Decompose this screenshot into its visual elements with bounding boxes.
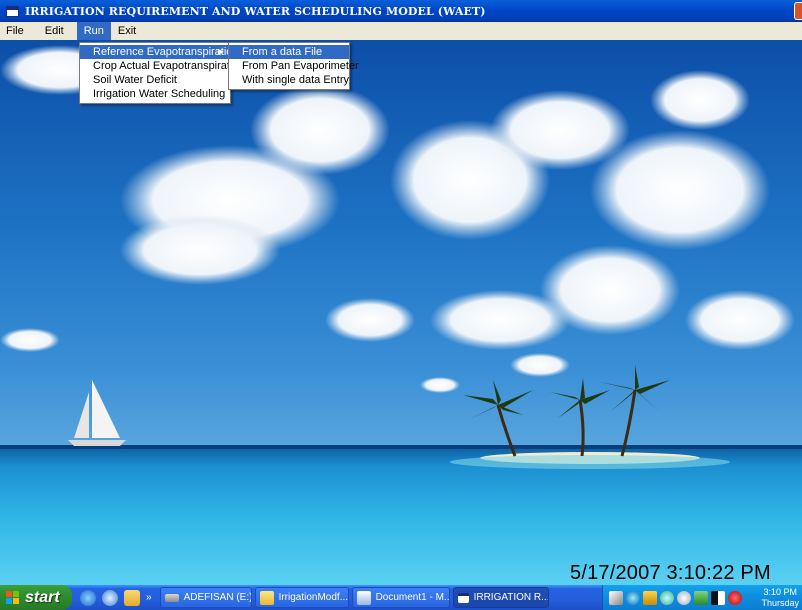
start-label: start	[25, 588, 60, 606]
wallpaper-image	[0, 40, 802, 585]
display-icon[interactable]	[694, 590, 708, 605]
menu-file[interactable]: File	[0, 22, 31, 40]
task-irrigation-requirement[interactable]: IRRIGATION R...	[452, 587, 549, 608]
show-desktop-icon[interactable]	[124, 589, 140, 606]
task-adefisan-drive[interactable]: ADEFISAN (E:)	[159, 587, 252, 608]
folder-icon	[259, 590, 274, 605]
back-arrow-icon[interactable]	[626, 590, 640, 605]
app-window-icon	[457, 592, 469, 603]
system-tray: 3:10 PM Thursday	[602, 585, 802, 610]
tray-day: Thursday	[761, 598, 799, 608]
menu-edit[interactable]: Edit	[31, 22, 71, 40]
menu-item-reference-evapotranspiration[interactable]: Reference Evapotranspiration ▶	[80, 45, 239, 59]
menu-bar: File Edit Run Exit	[0, 22, 802, 40]
network-icon[interactable]	[643, 590, 657, 605]
internet-explorer-icon[interactable]	[80, 589, 96, 606]
task-label: ADEFISAN (E:)	[183, 592, 252, 603]
title-bar[interactable]: IRRIGATION REQUIREMENT AND WATER SCHEDUL…	[0, 0, 802, 22]
submenu-item-from-data-file[interactable]: From a data File	[229, 45, 349, 59]
pen-icon[interactable]	[609, 590, 623, 605]
menu-item-soil-water-deficit[interactable]: Soil Water Deficit	[80, 73, 230, 87]
desktop-clock-text: 5/17/2007 3:10:22 PM	[570, 562, 771, 584]
menu-run[interactable]: Run	[76, 22, 111, 40]
task-label: IRRIGATION R...	[473, 592, 549, 603]
tray-clock[interactable]: 3:10 PM Thursday	[761, 587, 799, 609]
submenu-item-from-pan-evaporimeter[interactable]: From Pan Evaporimeter	[229, 59, 359, 73]
menu-exit[interactable]: Exit	[111, 22, 143, 40]
flag-icon[interactable]	[711, 590, 725, 605]
word-document-icon	[356, 590, 371, 605]
menu-item-crop-actual-evapotranspiration[interactable]: Crop Actual Evapotranspiration	[80, 59, 245, 73]
menu-item-label: Reference Evapotranspiration	[93, 46, 239, 58]
tray-time: 3:10 PM	[763, 587, 797, 597]
submenu-item-single-data-entry[interactable]: With single data Entry	[229, 73, 349, 87]
messenger-icon[interactable]	[677, 590, 691, 605]
security-shield-icon[interactable]	[728, 590, 742, 605]
desktop-wallpaper	[0, 40, 802, 585]
reference-evapotranspiration-submenu: From a data File From Pan Evaporimeter W…	[228, 42, 359, 90]
media-player-icon[interactable]	[102, 589, 118, 606]
recycle-icon[interactable]	[660, 590, 674, 605]
taskbar: start » ADEFISAN (E:) IrrigationModf... …	[0, 585, 802, 610]
quick-launch-more-icon[interactable]: »	[146, 592, 152, 603]
app-icon	[6, 5, 19, 17]
menu-item-irrigation-water-scheduling[interactable]: Irrigation Water Scheduling	[80, 87, 230, 101]
close-button[interactable]	[794, 2, 802, 20]
window-title: IRRIGATION REQUIREMENT AND WATER SCHEDUL…	[25, 4, 486, 18]
windows-flag-icon	[6, 590, 20, 605]
start-button[interactable]: start	[0, 585, 72, 610]
submenu-arrow-icon: ▶	[217, 47, 224, 56]
task-label: IrrigationModf...	[278, 592, 349, 603]
drive-icon	[164, 593, 179, 602]
quick-launch: »	[80, 589, 160, 606]
task-document1[interactable]: Document1 - M...	[351, 587, 450, 608]
task-irrigation-modf[interactable]: IrrigationModf...	[254, 587, 349, 608]
run-menu: Reference Evapotranspiration ▶ Crop Actu…	[79, 42, 245, 104]
task-label: Document1 - M...	[375, 592, 450, 603]
